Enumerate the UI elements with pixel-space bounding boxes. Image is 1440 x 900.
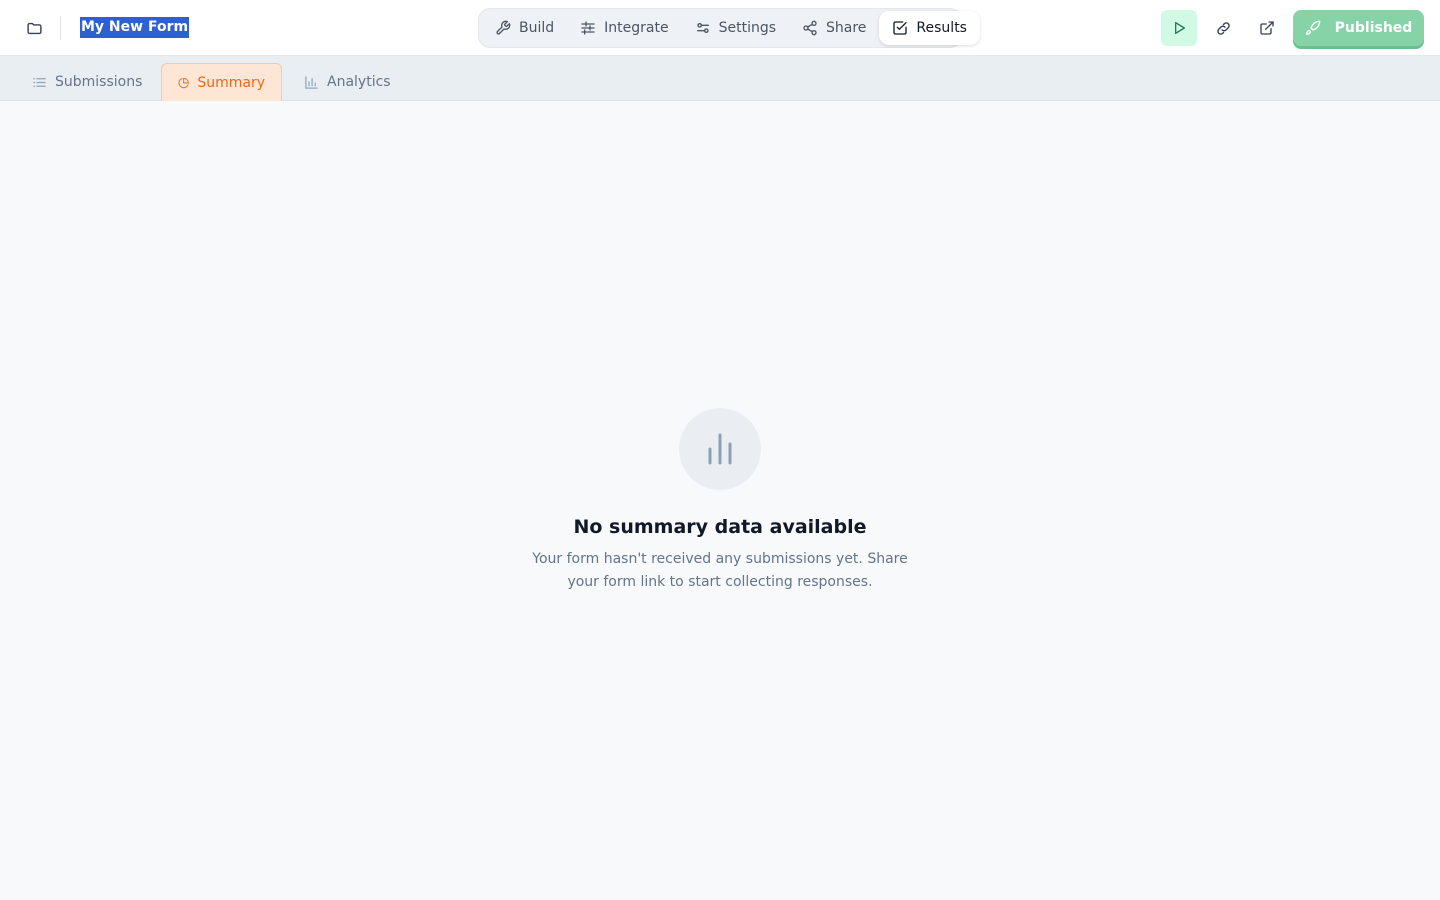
nav-integrate[interactable]: Integrate bbox=[567, 11, 681, 45]
share-icon bbox=[803, 20, 817, 36]
top-bar: My New Form Build Integrate Settings Sha… bbox=[0, 0, 1440, 56]
tab-analytics[interactable]: Analytics bbox=[288, 63, 407, 101]
nav-share-label: Share bbox=[826, 20, 867, 36]
play-icon bbox=[1175, 22, 1185, 34]
tab-submissions-label: Submissions bbox=[55, 74, 143, 90]
copy-link-button[interactable] bbox=[1205, 10, 1241, 46]
folder-button[interactable] bbox=[22, 16, 46, 40]
wrench-icon bbox=[496, 20, 511, 35]
nav-results-label: Results bbox=[916, 20, 967, 36]
tab-analytics-label: Analytics bbox=[327, 74, 391, 90]
bar-chart-icon bbox=[305, 75, 318, 89]
nav-build-label: Build bbox=[519, 20, 555, 36]
check-square-icon bbox=[893, 21, 908, 35]
nav-build[interactable]: Build bbox=[482, 11, 567, 45]
link-icon bbox=[1216, 21, 1230, 35]
empty-state-title: No summary data available bbox=[573, 516, 867, 538]
nav-settings-label: Settings bbox=[718, 20, 777, 36]
bar-chart-icon bbox=[708, 433, 732, 465]
list-icon bbox=[33, 77, 46, 87]
pie-chart-icon bbox=[178, 77, 189, 88]
empty-state-icon-circle bbox=[679, 408, 761, 490]
nav-settings[interactable]: Settings bbox=[682, 11, 789, 45]
tab-summary[interactable]: Summary bbox=[161, 63, 282, 101]
folder-icon bbox=[26, 22, 42, 34]
rocket-icon bbox=[1305, 20, 1320, 35]
empty-state: No summary data available Your form hasn… bbox=[420, 408, 1020, 594]
tab-summary-label: Summary bbox=[197, 74, 265, 91]
preview-button[interactable] bbox=[1161, 10, 1197, 46]
settings-icon bbox=[696, 23, 709, 33]
form-title-input[interactable]: My New Form bbox=[80, 17, 190, 38]
results-subnav: Submissions Summary Analytics bbox=[0, 56, 1440, 101]
main-nav: Build Integrate Settings Share Results bbox=[478, 8, 980, 48]
published-button[interactable]: Published bbox=[1293, 10, 1424, 46]
open-form-button[interactable] bbox=[1249, 10, 1285, 46]
external-link-icon bbox=[1260, 21, 1274, 35]
tab-submissions[interactable]: Submissions bbox=[16, 63, 158, 101]
sliders-icon bbox=[581, 21, 595, 35]
nav-results[interactable]: Results bbox=[879, 11, 980, 45]
published-label: Published bbox=[1334, 20, 1413, 36]
empty-state-description: Your form hasn't received any submission… bbox=[532, 551, 908, 590]
nav-integrate-label: Integrate bbox=[604, 20, 669, 36]
header-divider bbox=[60, 16, 61, 40]
nav-share[interactable]: Share bbox=[789, 11, 879, 45]
